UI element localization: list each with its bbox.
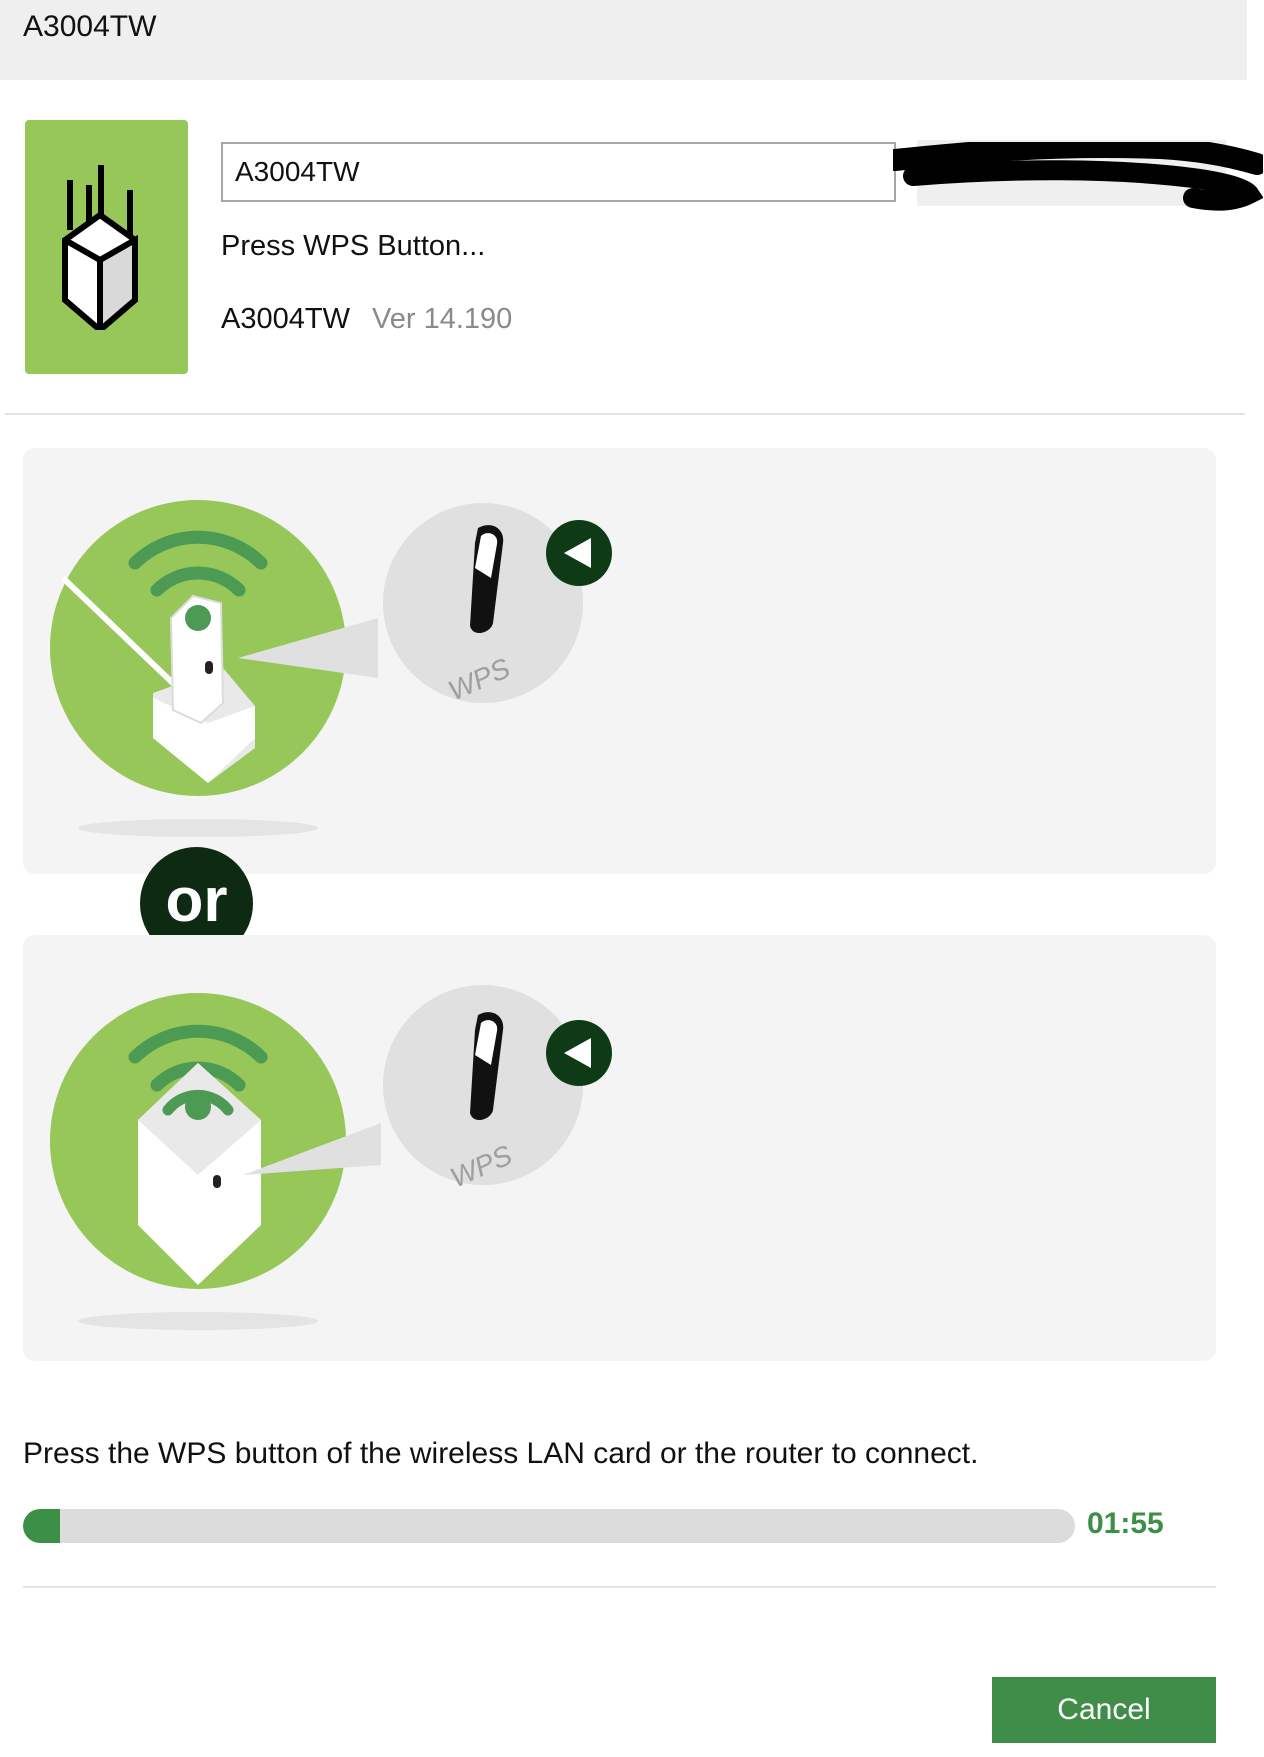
device-name-input[interactable] [221,142,896,202]
window-title: A3004TW [23,10,157,43]
divider [5,413,1245,415]
divider [23,1586,1216,1588]
instruction-text: Press the WPS button of the wireless LAN… [23,1437,979,1470]
router-illustration: WPS [23,935,1216,1361]
firmware-version: Ver 14.190 [372,303,513,335]
countdown-timer: 01:55 [1087,1507,1164,1540]
usb-adapter-illustration: WPS [23,448,1216,874]
redaction-scribble [893,142,1263,211]
router-icon [62,165,138,330]
progress-fill [23,1509,60,1543]
router-graphic: WPS [50,985,612,1330]
device-model: A3004TW [221,303,350,335]
cancel-button[interactable]: Cancel [992,1677,1216,1743]
router-device-tile [25,120,188,374]
title-bar: A3004TW [0,0,1247,80]
connection-status: Press WPS Button... [221,230,486,262]
usb-adapter-graphic: WPS [50,500,612,837]
progress-bar [23,1509,1075,1543]
device-info: A3004TW Ver 14.190 [221,303,512,336]
